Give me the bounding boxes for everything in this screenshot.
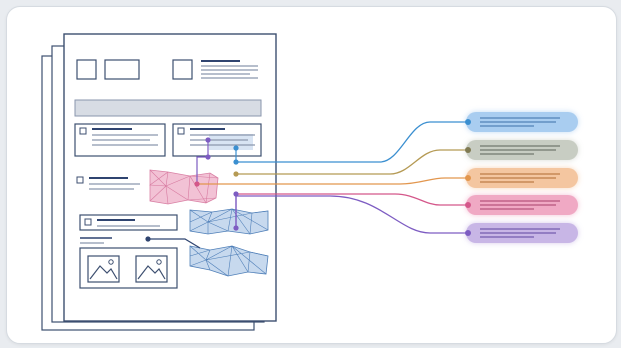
highlight-region-blue (209, 134, 253, 150)
tag-5 (465, 223, 578, 243)
layout-diagram (41, 33, 578, 331)
region-blue-mesh-1 (189, 208, 269, 235)
image-placeholder-icon (87, 255, 120, 283)
tag-3 (465, 168, 578, 188)
annotation-tags (465, 112, 578, 243)
tag-1 (465, 112, 578, 132)
header-bar (74, 99, 262, 117)
tag-2 (465, 140, 578, 160)
tag-4 (465, 195, 578, 215)
region-pink-mesh (149, 169, 219, 205)
image-placeholder-icon (135, 255, 168, 283)
